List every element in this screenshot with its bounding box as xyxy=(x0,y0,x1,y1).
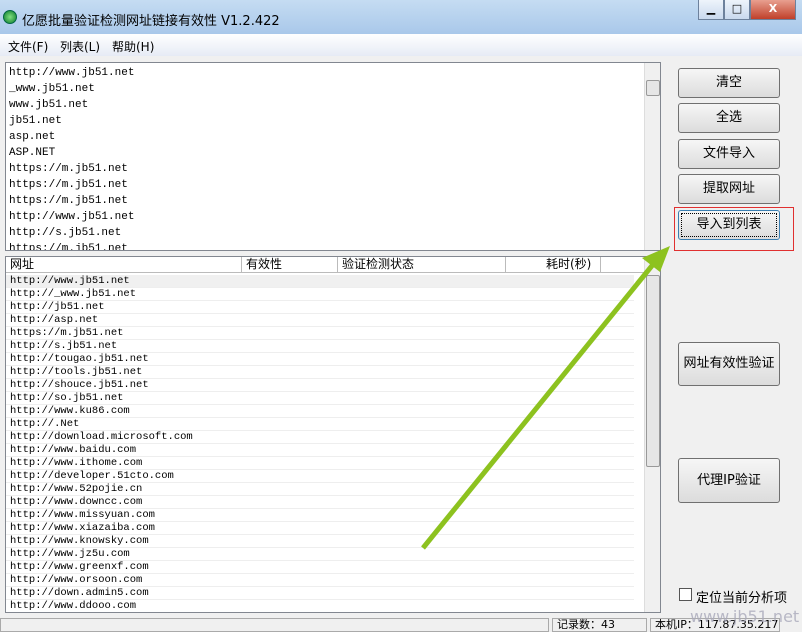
arrow-shaft xyxy=(421,260,657,550)
green-arrow xyxy=(421,246,670,550)
arrow-head xyxy=(642,246,670,272)
